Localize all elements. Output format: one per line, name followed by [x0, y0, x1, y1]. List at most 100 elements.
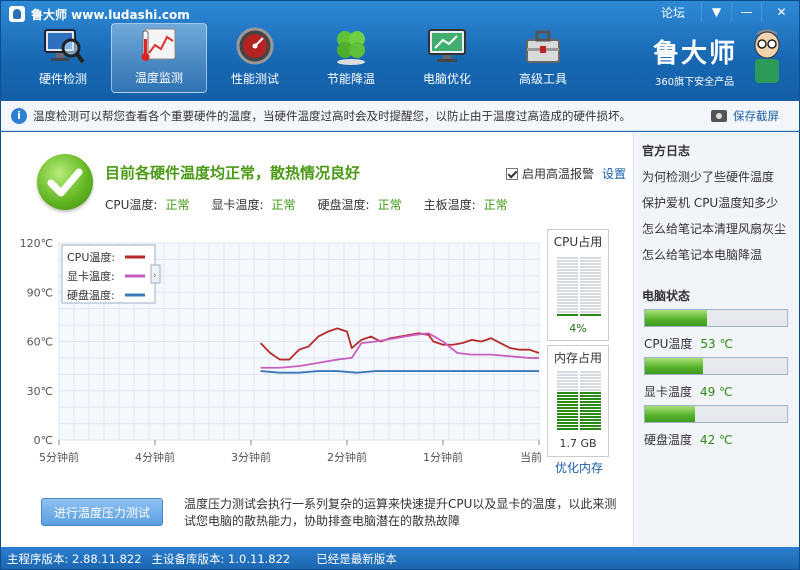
status-value: 正常: [165, 198, 190, 212]
x-tick-label: 4分钟前: [135, 450, 175, 464]
status-label: 硬盘温度:: [317, 198, 370, 212]
stress-test-description: 温度压力测试会执行一系列复杂的运算来快速提升CPU以及显卡的温度，以此来测试您电…: [184, 497, 617, 528]
memory-usage-meter: [557, 370, 601, 432]
checkmark-icon: [37, 154, 93, 210]
high-temp-alarm: 启用高温报警 设置: [506, 165, 626, 182]
menu-dropdown-button[interactable]: ▼: [701, 2, 731, 22]
thermometer-chart-icon: [137, 25, 181, 65]
main-window: 鲁大师 www.ludashi.com 论坛 ▼ — ✕ 硬件检测 温度监测 性…: [0, 0, 800, 570]
db-version: 主设备库版本: 1.0.11.822: [151, 552, 291, 566]
tool-performance-test[interactable]: 性能测试: [207, 23, 303, 93]
tool-advanced[interactable]: 高级工具: [495, 23, 591, 93]
log-link[interactable]: 为何检测少了些硬件温度: [642, 168, 774, 185]
save-screenshot-label: 保存截屏: [733, 109, 779, 123]
main-version: 主程序版本: 2.88.11.822: [7, 552, 142, 566]
save-screenshot-button[interactable]: 保存截屏: [711, 108, 779, 124]
brand-logo: 鲁大师 360旗下安全产品: [653, 29, 783, 93]
log-link[interactable]: 怎么给笔记本清理风扇灰尘: [642, 220, 786, 237]
gpu-temp-bar: [644, 357, 788, 375]
side-panel: 官方日志 为何检测少了些硬件温度 保护爱机 CPU温度知多少 怎么给笔记本清理风…: [633, 132, 799, 547]
cpu-temp-label: CPU温度 53 ℃: [644, 335, 733, 352]
stress-test-button[interactable]: 进行温度压力测试: [41, 498, 163, 526]
temperature-chart-area: 0℃ 30℃ 60℃ 90℃ 120℃ 5分钟前 4分钟前 3分钟前 2分钟前 1分钟前 当前 › CP…: [1, 227, 633, 477]
tool-energy-saving[interactable]: 节能降温: [303, 23, 399, 93]
y-tick-label: 30℃: [27, 385, 53, 398]
chevron-right-icon: ›: [153, 271, 157, 281]
status-value: 正常: [483, 198, 508, 212]
tool-hardware-check[interactable]: 硬件检测: [15, 23, 111, 93]
gpu-temp-label: 显卡温度 49 ℃: [644, 383, 733, 400]
gpu-temp-bar-fill: [645, 358, 704, 374]
x-tick-label: 3分钟前: [231, 450, 271, 464]
y-tick-label: 60℃: [27, 336, 53, 349]
monitor-optimize-icon: [425, 26, 469, 66]
settings-link[interactable]: 设置: [602, 165, 626, 182]
memory-usage-title: 内存占用: [553, 351, 602, 365]
memory-usage-value: 1.7 GB: [559, 437, 597, 450]
legend-label: CPU温度:: [67, 250, 115, 264]
x-tick-label: 1分钟前: [423, 450, 463, 464]
legend-label: 显卡温度:: [67, 269, 115, 283]
tool-label: 硬件检测: [38, 72, 87, 86]
chart-legend: › CPU温度: 显卡温度: 硬盘温度:: [61, 244, 161, 304]
toolbox-icon: [521, 26, 565, 66]
x-tick-label: 5分钟前: [39, 450, 79, 464]
status-summary: CPU温度: 正常 显卡温度: 正常 硬盘温度: 正常 主板温度: 正常: [105, 196, 530, 213]
monitor-magnifier-icon: [41, 26, 85, 66]
camera-icon: [711, 110, 727, 122]
tool-label: 高级工具: [518, 72, 567, 86]
app-title: 鲁大师 www.ludashi.com: [9, 5, 190, 23]
brand-subtitle: 360旗下安全产品: [655, 77, 735, 88]
disk-temp-bar-fill: [645, 406, 695, 422]
title-bar: 鲁大师 www.ludashi.com 论坛 ▼ — ✕ 硬件检测 温度监测 性…: [1, 1, 799, 101]
memory-usage-box: 内存占用 1.7 GB: [547, 345, 609, 457]
tool-label: 性能测试: [230, 72, 279, 86]
speedometer-icon: [233, 26, 277, 66]
tool-pc-optimize[interactable]: 电脑优化: [399, 23, 495, 93]
y-tick-label: 0℃: [34, 434, 53, 447]
status-title: 目前各硬件温度均正常，散热情况良好: [105, 164, 361, 182]
cpu-temp-value: 53 ℃: [700, 337, 733, 351]
info-text: 温度检测可以帮您查看各个重要硬件的温度，当硬件温度过高时会及时提醒您，以防止由于…: [33, 108, 631, 123]
disk-temp-label: 硬盘温度 42 ℃: [644, 431, 733, 448]
info-icon: i: [11, 107, 27, 124]
close-button[interactable]: ✕: [761, 2, 799, 22]
legend-label: 硬盘温度:: [67, 288, 115, 302]
status-label: CPU温度:: [105, 198, 158, 212]
x-tick-label: 当前: [520, 450, 542, 464]
alarm-checkbox[interactable]: [506, 167, 518, 180]
log-link[interactable]: 保护爱机 CPU温度知多少: [642, 194, 778, 211]
status-bar: 主程序版本: 2.88.11.822 主设备库版本: 1.0.11.822 已经…: [1, 547, 799, 569]
cpu-temp-name: CPU温度: [644, 337, 693, 351]
disk-temp-value: 42 ℃: [700, 433, 733, 447]
y-tick-label: 90℃: [27, 286, 53, 299]
main-panel: 目前各硬件温度均正常，散热情况良好 CPU温度: 正常 显卡温度: 正常 硬盘温度:…: [1, 132, 633, 547]
brand-name: 鲁大师: [653, 39, 738, 69]
optimize-memory-link[interactable]: 优化内存: [555, 459, 603, 476]
latest-version-status: 已经是最新版本: [316, 552, 397, 566]
cpu-usage-value: 4%: [569, 322, 587, 335]
tool-label: 节能降温: [326, 72, 375, 86]
tool-label: 电脑优化: [422, 72, 471, 86]
forum-link[interactable]: 论坛: [661, 4, 685, 21]
info-bar: i 温度检测可以帮您查看各个重要硬件的温度，当硬件温度过高时会及时提醒您，以防止…: [1, 101, 799, 131]
disk-temp-name: 硬盘温度: [644, 433, 693, 447]
y-tick-label: 120℃: [20, 237, 53, 250]
status-label: 显卡温度:: [211, 198, 264, 212]
cpu-temp-bar: [644, 309, 788, 327]
pc-status-title: 电脑状态: [642, 289, 691, 303]
window-controls: 论坛 ▼ — ✕: [661, 1, 799, 23]
clover-leaf-icon: [329, 26, 373, 66]
cpu-usage-title: CPU占用: [553, 235, 603, 249]
cpu-usage-box: CPU占用 4%: [547, 229, 609, 341]
status-value: 正常: [377, 198, 402, 212]
log-link[interactable]: 怎么给笔记本电脑降温: [642, 246, 762, 263]
temperature-chart: 0℃ 30℃ 60℃ 90℃ 120℃ 5分钟前 4分钟前 3分钟前 2分钟前 1分钟前 当前 › CP…: [20, 237, 542, 464]
status-value: 正常: [271, 198, 296, 212]
minimize-button[interactable]: —: [731, 2, 761, 22]
cpu-temp-bar-fill: [645, 310, 708, 326]
gpu-temp-name: 显卡温度: [644, 385, 693, 399]
cpu-usage-meter: [557, 256, 601, 318]
alarm-label[interactable]: 启用高温报警: [522, 165, 594, 182]
tool-temperature-monitor[interactable]: 温度监测: [111, 23, 207, 93]
